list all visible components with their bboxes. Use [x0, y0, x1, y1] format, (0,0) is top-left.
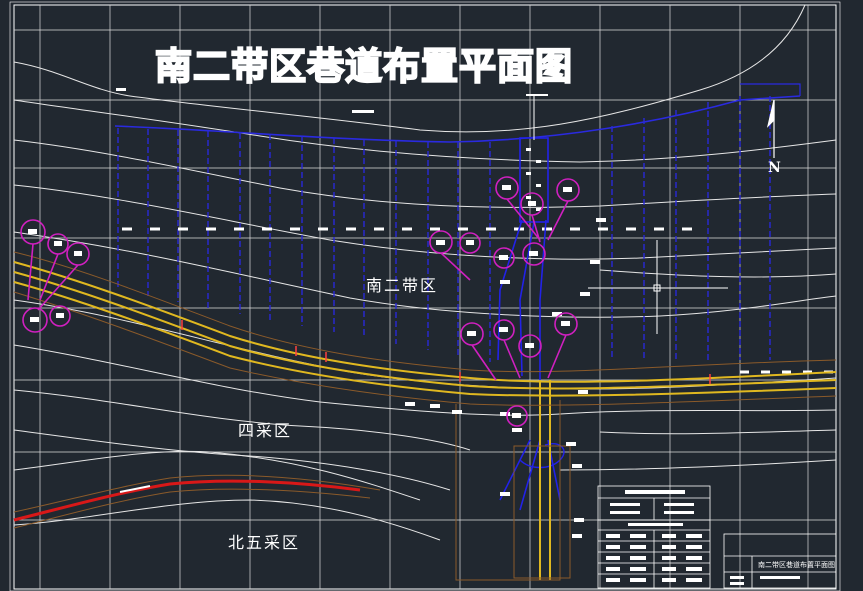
- title-block-fields: [730, 576, 800, 585]
- zone-label-bei-wu: 北五采区: [228, 533, 301, 552]
- drawing-border: [9, 1, 841, 591]
- title-block-drawing-name: 南二带区巷道布置平面图: [758, 561, 835, 569]
- north-label: N: [768, 160, 781, 176]
- north-arrow: [766, 99, 775, 158]
- junction-labels: [116, 88, 606, 538]
- central-shaft: [497, 94, 565, 511]
- upper-roadway: [114, 83, 801, 143]
- coordinate-grid: [14, 5, 836, 589]
- drawing-title: 南二带区巷道布置平面图: [154, 44, 573, 89]
- zone-label-nan-er: 南二带区: [366, 276, 439, 295]
- equipment-markers: [20, 176, 580, 427]
- zone-label-si-cai: 四采区: [238, 421, 293, 440]
- main-roadway-yellow: [13, 261, 837, 580]
